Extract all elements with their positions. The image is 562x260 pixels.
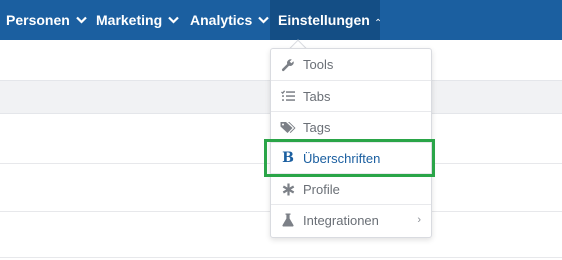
menu-item-tags[interactable]: Tags	[271, 111, 431, 142]
menu-item-label: Tools	[303, 57, 334, 72]
tags-icon	[280, 119, 296, 135]
menu-item-label: Profile	[303, 181, 340, 197]
chevron-right-icon: ›	[417, 214, 421, 226]
nav-item-personen[interactable]: Personen	[6, 0, 87, 40]
menu-item-profile[interactable]: Profile	[271, 173, 431, 204]
nav-item-marketing[interactable]: Marketing	[96, 0, 179, 40]
nav-label: Personen	[6, 12, 70, 28]
menu-item-tools[interactable]: Tools	[271, 49, 431, 80]
menu-item-label: Integrationen	[303, 212, 379, 228]
nav-label: Analytics	[190, 12, 253, 28]
nav-item-einstellungen[interactable]: Einstellungen	[270, 0, 380, 40]
chevron-up-icon	[375, 18, 380, 22]
chevron-down-icon	[76, 16, 87, 24]
nav-label: Einstellungen	[278, 12, 370, 28]
flask-icon	[280, 212, 296, 228]
chevron-down-icon	[258, 16, 270, 24]
highlight-box	[264, 139, 435, 177]
chevron-down-icon	[168, 16, 179, 24]
menu-item-label: Tags	[303, 119, 331, 135]
menu-item-integrationen[interactable]: Integrationen ›	[271, 204, 431, 235]
top-navigation-bar: Personen Marketing Analytics Einstellung…	[0, 0, 562, 40]
checklist-icon	[280, 88, 296, 104]
menu-item-tabs[interactable]: Tabs	[271, 80, 431, 111]
nav-label: Marketing	[96, 12, 163, 28]
menu-item-label: Tabs	[303, 88, 331, 104]
wrench-icon	[280, 57, 296, 73]
table-row-divider	[0, 257, 562, 258]
nav-item-analytics[interactable]: Analytics	[190, 0, 270, 40]
asterisk-icon	[280, 181, 296, 197]
